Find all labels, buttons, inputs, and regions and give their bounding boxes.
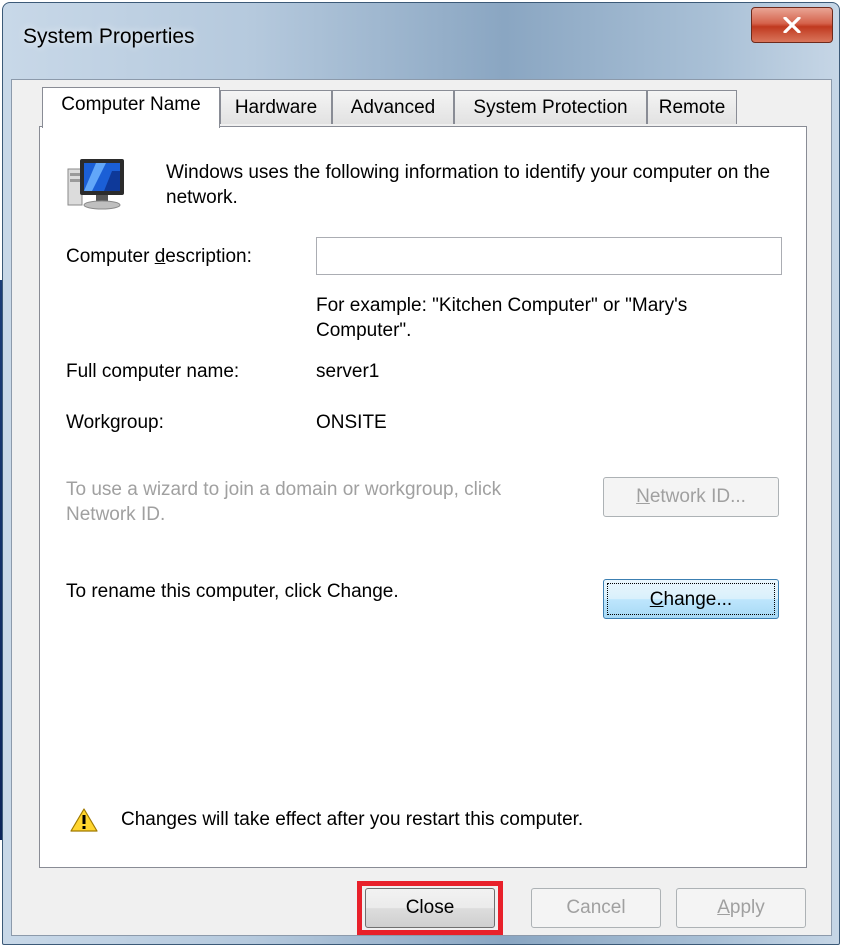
label-part: Computer (66, 246, 155, 267)
title-bar[interactable]: System Properties (3, 3, 839, 77)
intro-text: Windows uses the following information t… (166, 162, 771, 208)
restart-notice: Changes will take effect after you resta… (121, 809, 584, 830)
network-id-button[interactable]: Network ID... (603, 477, 779, 517)
label-part: escription: (165, 246, 252, 267)
window-title: System Properties (23, 25, 195, 48)
change-button[interactable]: Change... (603, 579, 779, 619)
dialog-body: Computer Name Hardware Advanced System P… (11, 79, 832, 936)
system-properties-dialog: System Properties Computer Name Hardware… (2, 2, 840, 945)
network-id-description: To use a wizard to join a domain or work… (66, 479, 502, 525)
apply-button[interactable]: Apply (676, 888, 806, 928)
focus-rect: Change... (607, 583, 775, 615)
computer-icon (67, 159, 124, 210)
workgroup-value: ONSITE (316, 412, 387, 433)
tab-advanced[interactable]: Advanced (332, 90, 454, 124)
button-label: hange... (663, 589, 733, 610)
computer-name-panel: Windows uses the following information t… (39, 126, 807, 868)
close-window-button[interactable] (751, 7, 833, 43)
tab-remote[interactable]: Remote (647, 90, 737, 124)
full-computer-name-value: server1 (316, 361, 380, 382)
close-button-highlight (357, 881, 503, 935)
warning-icon (70, 808, 98, 832)
accelerator-key: d (154, 246, 166, 267)
full-computer-name-label: Full computer name: (66, 361, 240, 382)
button-label: etwork ID... (649, 486, 746, 507)
accelerator-key: A (717, 897, 730, 918)
computer-description-label: Computer description: (66, 244, 252, 269)
tab-system-protection[interactable]: System Protection (454, 90, 647, 124)
button-label: pply (729, 897, 765, 918)
computer-description-input[interactable] (316, 237, 782, 275)
accelerator-key: C (649, 589, 664, 610)
tab-hardware[interactable]: Hardware (220, 90, 332, 124)
workgroup-label: Workgroup: (66, 412, 164, 433)
description-example-text: For example: "Kitchen Computer" or "Mary… (316, 295, 688, 341)
rename-description: To rename this computer, click Change. (66, 581, 399, 602)
cancel-button[interactable]: Cancel (531, 888, 661, 928)
close-icon (783, 17, 801, 33)
accelerator-key: N (636, 486, 650, 507)
tab-computer-name[interactable]: Computer Name (42, 87, 220, 128)
